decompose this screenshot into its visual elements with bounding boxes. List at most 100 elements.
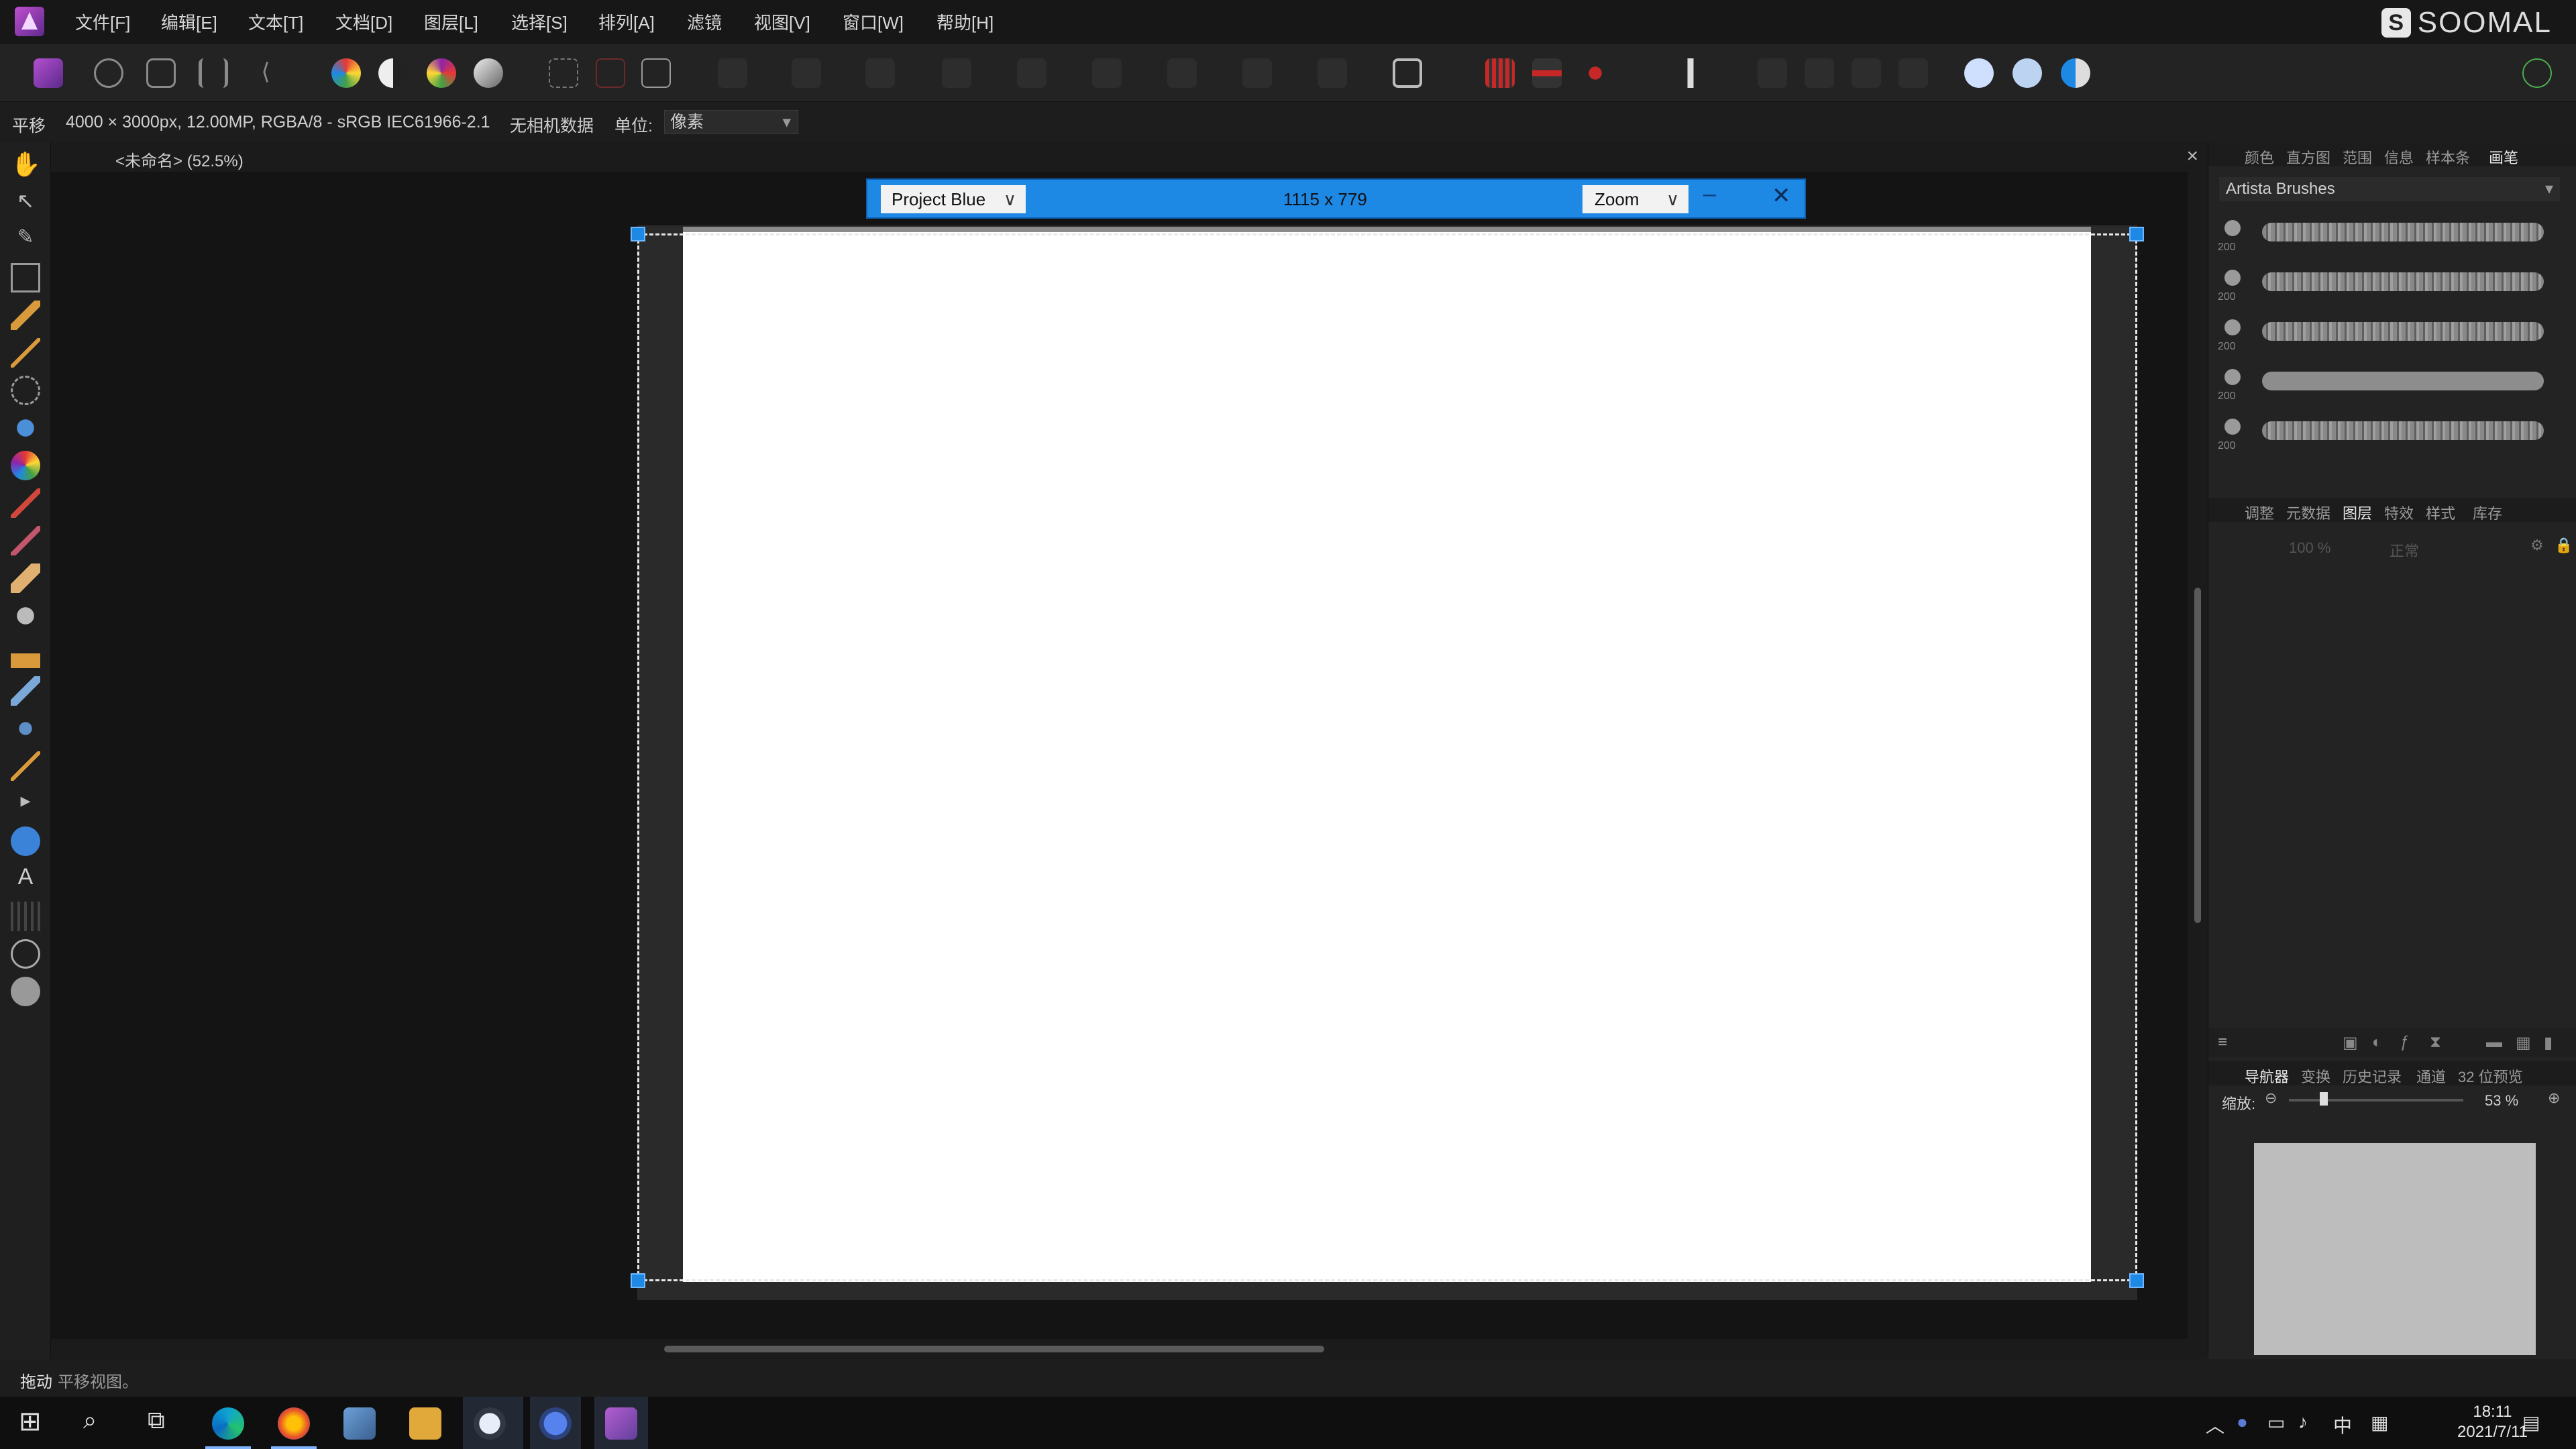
- studio-link-3-icon[interactable]: [2061, 58, 2090, 88]
- zoom-value[interactable]: 53 %: [2485, 1092, 2518, 1110]
- windows-start-icon[interactable]: ⊞: [19, 1406, 42, 1437]
- tab-scope[interactable]: 范围: [2343, 146, 2372, 168]
- close-icon[interactable]: ✕: [1772, 182, 1791, 209]
- menu-help[interactable]: 帮助[H]: [936, 9, 994, 34]
- horizontal-scroll-thumb[interactable]: [664, 1346, 1324, 1352]
- fx-icon[interactable]: ƒ: [2400, 1033, 2409, 1052]
- flood-fill-icon[interactable]: [11, 413, 40, 443]
- menu-select[interactable]: 选择[S]: [511, 9, 568, 34]
- tab-brushes[interactable]: 画笔: [2489, 146, 2518, 168]
- studio-link-2-icon[interactable]: [2012, 58, 2042, 88]
- brush-item[interactable]: 200: [2218, 361, 2553, 409]
- liquify-persona-icon[interactable]: [94, 58, 123, 88]
- lock-icon[interactable]: 🔒: [2555, 537, 2573, 554]
- marquee-tool-icon[interactable]: [11, 376, 40, 405]
- document-close-icon[interactable]: ×: [2186, 145, 2198, 168]
- pen-tablet-icon[interactable]: [1676, 58, 1705, 88]
- menu-edit[interactable]: 编辑[E]: [161, 9, 217, 34]
- sampler-tool-icon[interactable]: [11, 977, 40, 1006]
- tab-metadata[interactable]: 元数据: [2286, 502, 2330, 523]
- blur-brush-icon[interactable]: [11, 714, 40, 743]
- network-icon[interactable]: ▭: [2267, 1411, 2285, 1434]
- paint-brush-icon[interactable]: [11, 488, 40, 518]
- brush-item[interactable]: 200: [2218, 212, 2553, 260]
- ime-indicator[interactable]: 中: [2333, 1411, 2352, 1438]
- menu-view[interactable]: 视图[V]: [754, 9, 810, 34]
- menu-window[interactable]: 窗口[W]: [843, 9, 904, 34]
- zoom-in-icon[interactable]: ⊕: [2548, 1089, 2560, 1107]
- live-filter-icon[interactable]: ⧗: [2430, 1033, 2441, 1052]
- app-book-icon[interactable]: [343, 1407, 376, 1440]
- tray-overflow-icon[interactable]: ︿: [2206, 1411, 2224, 1438]
- adjustment-icon[interactable]: ◐: [2372, 1033, 2382, 1052]
- menu-file[interactable]: 文件[F]: [75, 9, 130, 34]
- brush-item[interactable]: 200: [2218, 262, 2553, 310]
- move-tool-icon[interactable]: ↖: [11, 188, 40, 217]
- zoom-out-icon[interactable]: ⊖: [2265, 1089, 2277, 1107]
- dodge-brush-icon[interactable]: [11, 601, 40, 631]
- gear-icon[interactable]: ⚙: [2530, 537, 2544, 554]
- photo-persona-icon[interactable]: [34, 58, 63, 88]
- marquee-mode-icon[interactable]: [549, 58, 578, 88]
- system-clock[interactable]: 18:11 2021/7/11: [2457, 1402, 2528, 1442]
- resize-handle-bottom-right[interactable]: [2129, 1273, 2144, 1288]
- color-picker-icon[interactable]: ✎: [11, 225, 40, 255]
- studio-link-1-icon[interactable]: [1964, 58, 1994, 88]
- horizontal-scrollbar[interactable]: [51, 1339, 2208, 1359]
- red-eye-tool-icon[interactable]: [11, 751, 40, 781]
- selection-brush-icon[interactable]: [11, 301, 40, 330]
- mask-icon[interactable]: ▣: [2343, 1033, 2358, 1053]
- menu-layer[interactable]: 图层[L]: [424, 9, 478, 34]
- search-icon[interactable]: ⌕: [83, 1406, 97, 1435]
- gradient-tool-icon[interactable]: [11, 451, 40, 480]
- menu-document[interactable]: 文档[D]: [335, 9, 392, 34]
- vertical-scroll-thumb[interactable]: [2194, 588, 2201, 923]
- mesh-warp-icon[interactable]: [11, 902, 40, 931]
- guides-icon[interactable]: [1532, 58, 1562, 88]
- node-tool-icon[interactable]: ▸: [11, 789, 40, 818]
- opacity-field[interactable]: 100 %: [2289, 539, 2330, 557]
- add-layer-icon[interactable]: ▦: [2516, 1033, 2531, 1053]
- tray-app-icon[interactable]: ●: [2237, 1411, 2248, 1433]
- tab-info[interactable]: 信息: [2384, 146, 2414, 168]
- trash-icon[interactable]: ▮: [2544, 1033, 2553, 1053]
- no-selection-icon[interactable]: [596, 58, 625, 88]
- shape-tool-icon[interactable]: [11, 826, 40, 856]
- notification-center-icon[interactable]: ▤: [2522, 1411, 2540, 1434]
- folder-icon[interactable]: ▬: [2486, 1033, 2502, 1052]
- flood-select-icon[interactable]: [11, 338, 40, 368]
- project-select[interactable]: Project Blue ∨: [881, 185, 1026, 213]
- brush-item[interactable]: 200: [2218, 411, 2553, 459]
- blend-mode-select[interactable]: 正常: [2390, 539, 2419, 561]
- menu-filters[interactable]: 滤镜: [687, 9, 722, 34]
- menu-text[interactable]: 文本[T]: [248, 9, 303, 34]
- resize-handle-bottom-left[interactable]: [631, 1273, 645, 1288]
- menu-arrange[interactable]: 排列[A]: [598, 9, 655, 34]
- healing-brush-icon[interactable]: [11, 676, 40, 706]
- keyboard-layout-icon[interactable]: ▦: [2371, 1411, 2388, 1434]
- color-replace-brush-icon[interactable]: [11, 526, 40, 555]
- vertical-scrollbar[interactable]: [2188, 172, 2208, 1339]
- brush-category-select[interactable]: Artista Brushes ▾: [2219, 177, 2560, 201]
- unit-select[interactable]: 像素 ▾: [664, 110, 798, 134]
- text-tool-icon[interactable]: A: [11, 864, 40, 894]
- tab-layers[interactable]: 图层: [2343, 502, 2372, 523]
- volume-icon[interactable]: ♪: [2298, 1411, 2308, 1433]
- auto-white-balance-icon[interactable]: [474, 58, 503, 88]
- view-tool-icon[interactable]: ✋: [11, 150, 41, 180]
- document-tab[interactable]: <未命名> (52.5%): [115, 148, 244, 171]
- tab-color[interactable]: 颜色: [2245, 146, 2274, 168]
- firefox-icon[interactable]: [278, 1407, 310, 1440]
- clone-brush-icon[interactable]: [11, 639, 40, 668]
- minimize-icon[interactable]: –: [1703, 181, 1716, 207]
- snapping-icon[interactable]: [1393, 58, 1422, 88]
- assistant-icon[interactable]: [1580, 58, 1610, 88]
- tab-styles[interactable]: 样式: [2426, 502, 2455, 523]
- tone-mapping-persona-icon[interactable]: [199, 58, 228, 88]
- zoom-tool-icon[interactable]: [11, 939, 40, 969]
- layers-stack-icon[interactable]: ≡: [2218, 1033, 2227, 1052]
- tab-swatches[interactable]: 样本条: [2426, 146, 2470, 168]
- tab-stock[interactable]: 库存: [2473, 502, 2502, 523]
- affinity-photo-logo-icon[interactable]: [15, 7, 44, 36]
- account-icon[interactable]: [2522, 58, 2552, 88]
